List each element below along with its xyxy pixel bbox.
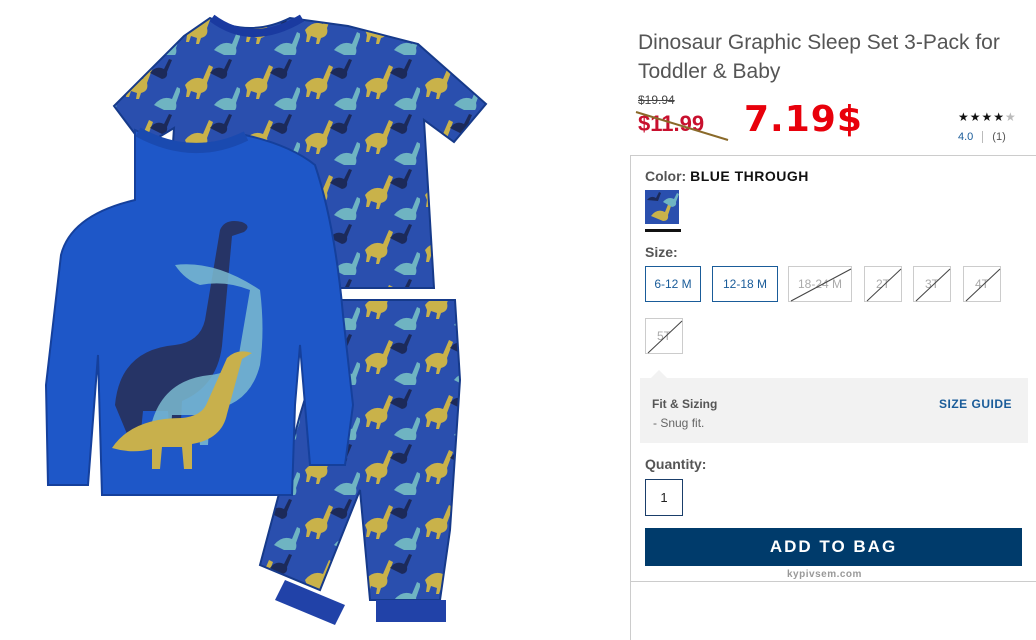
product-title: Dinosaur Graphic Sleep Set 3-Pack for To… xyxy=(638,31,1000,83)
pajama-set-illustration xyxy=(44,14,488,625)
add-to-bag-button[interactable]: ADD TO BAG xyxy=(645,528,1022,566)
star-icon: ★★★★ xyxy=(958,110,1006,124)
sale-price: $11.99 xyxy=(638,111,705,136)
color-swatch-blue[interactable] xyxy=(645,190,679,224)
watermark-text: kypivsem.com xyxy=(787,569,862,580)
size-option-6-12m[interactable]: 6-12 M xyxy=(645,266,701,302)
size-option-3t-unavailable[interactable]: 3T xyxy=(913,266,951,302)
quantity-label: Quantity: xyxy=(645,456,707,472)
size-option-12-18m[interactable]: 12-18 M xyxy=(712,266,778,302)
panel-border xyxy=(630,581,631,640)
unavailable-slash-icon xyxy=(647,320,683,354)
product-image[interactable] xyxy=(0,0,620,640)
quantity-input[interactable]: 1 xyxy=(645,479,683,516)
star-empty-icon: ★ xyxy=(1005,110,1017,124)
size-option-4t-unavailable[interactable]: 4T xyxy=(963,266,1001,302)
size-option-2t-unavailable[interactable]: 2T xyxy=(864,266,902,302)
rating-value: 4.0 xyxy=(958,131,974,143)
size-option-18-24m-unavailable[interactable]: 18-24 M xyxy=(788,266,852,302)
fit-note: - Snug fit. xyxy=(653,416,705,430)
promo-price: 7.19$ xyxy=(744,99,863,140)
size-option-label: 12-18 M xyxy=(722,277,768,291)
size-option-label: 6-12 M xyxy=(654,277,692,291)
size-guide-link[interactable]: SIZE GUIDE xyxy=(939,397,1012,411)
color-selection: Color: BLUE THROUGH xyxy=(645,168,809,184)
product-options-panel xyxy=(630,155,1036,582)
review-count[interactable]: (1) xyxy=(992,131,1005,143)
rating-stars[interactable]: ★★★★★ xyxy=(958,110,1017,124)
size-label: Size: xyxy=(645,244,678,260)
color-value: BLUE THROUGH xyxy=(690,168,809,184)
swatch-selected-indicator xyxy=(645,229,681,232)
size-option-5t-unavailable[interactable]: 5T xyxy=(645,318,683,354)
fit-title: Fit & Sizing xyxy=(652,397,718,411)
color-label: Color: xyxy=(645,168,687,184)
unavailable-slash-icon xyxy=(915,268,951,302)
rating-divider xyxy=(982,131,984,144)
rating-summary[interactable]: 4.0 (1) xyxy=(958,131,1006,144)
swatch-pattern xyxy=(645,190,679,224)
original-price: $19.94 xyxy=(638,93,675,107)
unavailable-slash-icon xyxy=(790,268,852,302)
unavailable-slash-icon xyxy=(866,268,902,302)
unavailable-slash-icon xyxy=(965,268,1001,302)
